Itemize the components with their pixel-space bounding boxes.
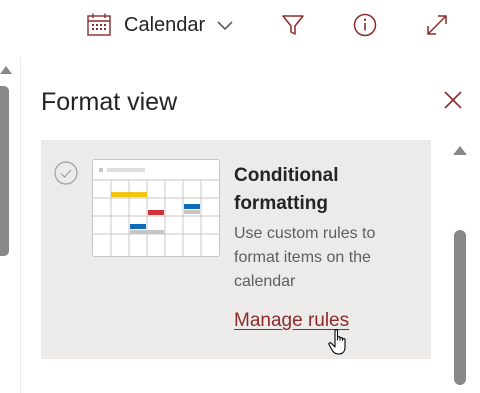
select-radio[interactable] [54,161,78,185]
check-circle-icon [54,161,78,189]
toolbar: Calendar [0,0,480,50]
chevron-down-icon [215,15,235,35]
card-description: Use custom rules to format items on the … [234,225,376,290]
pane-title: Format view [41,88,178,116]
right-scrollbar-thumb[interactable] [454,230,466,385]
format-view-pane: Format view Conditional formatting Use c… [20,58,480,393]
view-switcher-label: Calendar [124,13,206,36]
left-scrollbar-up-arrow[interactable] [0,66,12,74]
calendar-preview-image [92,159,220,257]
filter-icon [280,12,306,38]
right-scrollbar-up-arrow[interactable] [453,146,467,155]
info-button[interactable] [352,7,378,43]
close-button[interactable] [441,88,465,112]
hand-pointer-icon [327,328,353,356]
info-icon [352,12,378,38]
calendar-icon [86,12,112,38]
close-icon [441,91,465,116]
expand-icon [424,12,450,38]
card-title: Conditional formatting [234,165,339,214]
view-switcher-button[interactable]: Calendar [86,7,235,43]
left-scrollbar-thumb[interactable] [0,86,9,256]
conditional-formatting-card[interactable]: Conditional formatting Use custom rules … [41,140,431,359]
filter-button[interactable] [280,7,306,43]
expand-button[interactable] [424,7,450,43]
